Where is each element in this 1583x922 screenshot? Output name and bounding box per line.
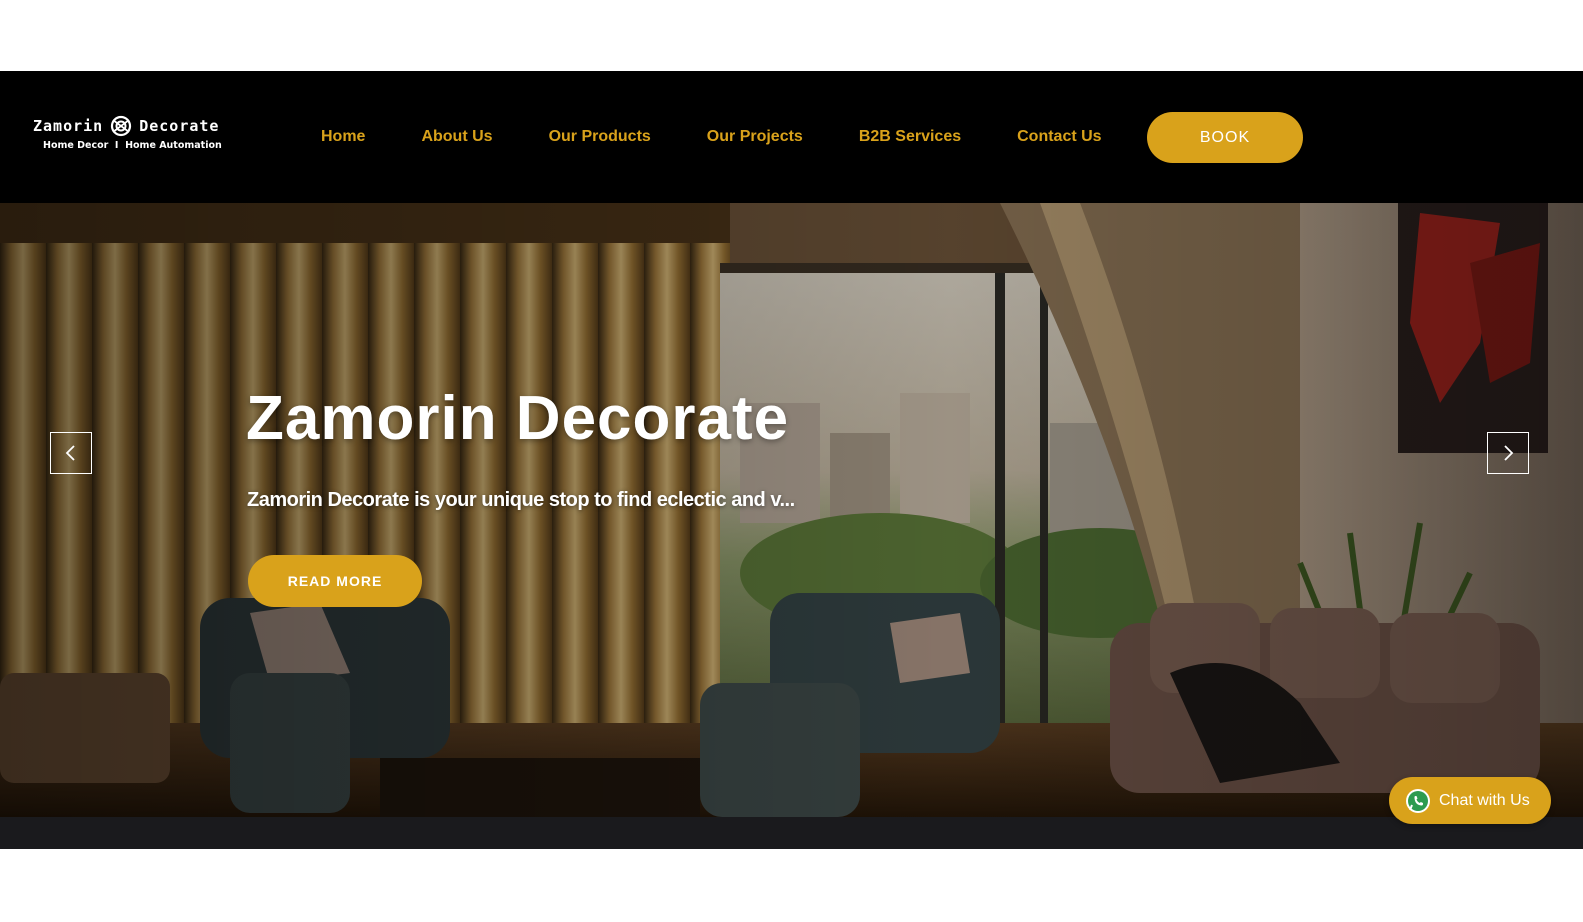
logo-tagline: Home Decor I Home Automation [43,140,222,151]
chat-label: Chat with Us [1439,791,1530,809]
site-logo[interactable]: Zamorin Decorate Home Decor I Home Autom… [33,112,222,156]
site-header: Zamorin Decorate Home Decor I Home Autom… [0,71,1583,203]
nav-item-our-projects[interactable]: Our Projects [707,128,803,146]
nav-item-our-products[interactable]: Our Products [549,128,651,146]
nav-item-home[interactable]: Home [321,128,365,146]
page: Zamorin Decorate Home Decor I Home Autom… [0,0,1583,922]
chat-with-us-button[interactable]: Chat with Us [1389,777,1551,824]
main-nav: Home About Us Our Products Our Projects … [321,71,1102,203]
slide-next-button[interactable] [1487,432,1529,474]
hero-slideshow: Zamorin Decorate Zamorin Decorate is you… [0,203,1583,849]
logo-name-right: Decorate [139,117,220,135]
hero-bottom-band [0,817,1583,849]
hero-subtitle: Zamorin Decorate is your unique stop to … [247,489,795,511]
nav-item-contact-us[interactable]: Contact Us [1017,128,1101,146]
nav-item-about-us[interactable]: About Us [421,128,492,146]
whatsapp-icon [1406,788,1430,813]
book-button[interactable]: BOOK [1147,112,1303,163]
logo-wordmark: Zamorin Decorate [33,114,219,138]
logo-knot-icon [111,115,132,137]
nav-item-b2b-services[interactable]: B2B Services [859,128,961,146]
logo-name-left: Zamorin [33,117,104,135]
chevron-left-icon [65,445,75,461]
chevron-right-icon [1504,445,1514,461]
hero-title: Zamorin Decorate [246,384,790,453]
slide-prev-button[interactable] [50,432,92,474]
read-more-button[interactable]: READ MORE [248,555,422,607]
